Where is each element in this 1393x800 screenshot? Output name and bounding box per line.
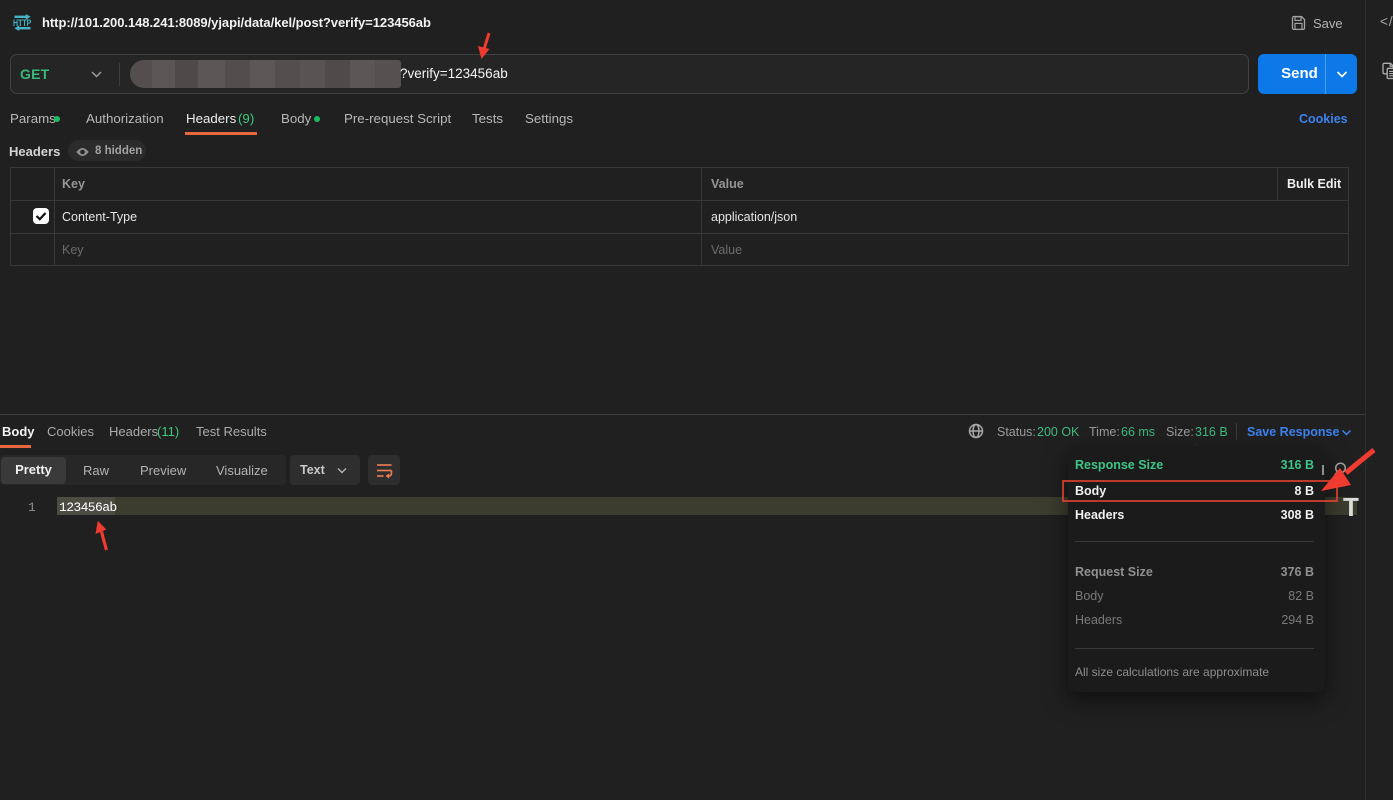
svg-text:HTTP: HTTP xyxy=(13,17,32,28)
